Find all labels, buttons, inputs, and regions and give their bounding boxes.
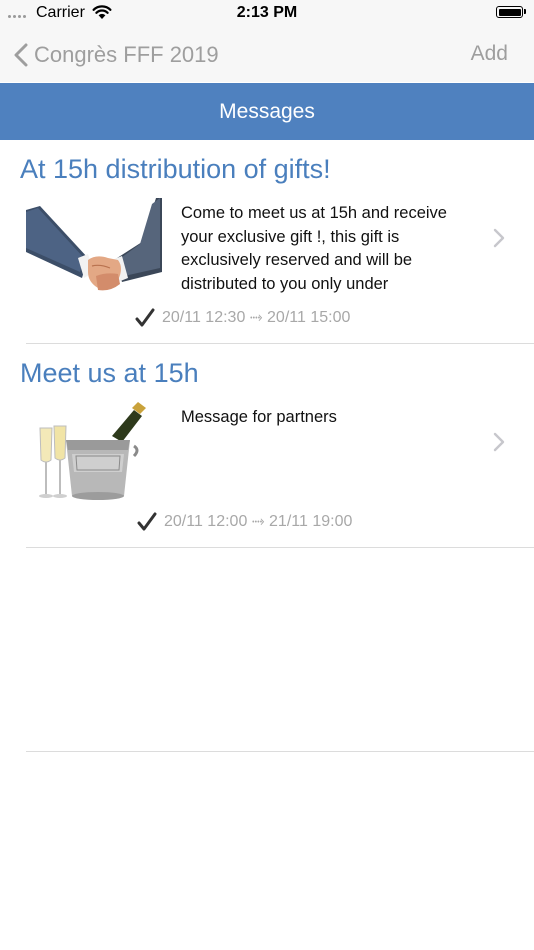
divider xyxy=(26,751,534,752)
message-item[interactable]: At 15h distribution of gifts! Come to me… xyxy=(0,140,534,344)
chevron-right-icon xyxy=(493,432,505,452)
section-header: Messages xyxy=(0,83,534,140)
page-title: Messages xyxy=(219,99,315,123)
message-date-range: 20/11 12:00 ⤑ 21/11 19:00 xyxy=(164,513,353,530)
back-button[interactable]: Congrès FFF 2019 xyxy=(14,40,219,70)
message-date-range: 20/11 12:30 ⤑ 20/11 15:00 xyxy=(162,309,351,326)
message-date-row: 20/11 12:30 ⤑ 20/11 15:00 xyxy=(134,306,350,330)
message-title: Meet us at 15h xyxy=(20,358,199,388)
divider xyxy=(26,547,534,548)
status-time: 2:13 PM xyxy=(236,4,298,21)
message-date-row: 20/11 12:00 ⤑ 21/11 19:00 xyxy=(136,510,352,534)
battery-tip xyxy=(524,9,526,14)
checkmark-icon xyxy=(137,512,157,531)
handshake-image xyxy=(26,198,162,302)
message-body: Come to meet us at 15h and receive your … xyxy=(181,204,447,293)
chevron-right-icon xyxy=(493,228,505,248)
add-button[interactable]: Add xyxy=(471,42,508,66)
status-bar: Carrier 2:13 PM xyxy=(0,0,534,28)
message-item[interactable]: Meet us at 15h Message for partners 20/1… xyxy=(0,344,534,548)
champagne-bucket-image xyxy=(26,402,162,506)
message-body: Message for partners xyxy=(181,408,337,426)
battery-icon xyxy=(496,6,523,18)
checkmark-icon xyxy=(135,308,155,327)
message-title: At 15h distribution of gifts! xyxy=(20,154,331,184)
navigation-bar: Congrès FFF 2019 Add xyxy=(0,28,534,82)
back-button-label: Congrès FFF 2019 xyxy=(34,42,219,67)
chevron-left-icon xyxy=(14,43,28,67)
